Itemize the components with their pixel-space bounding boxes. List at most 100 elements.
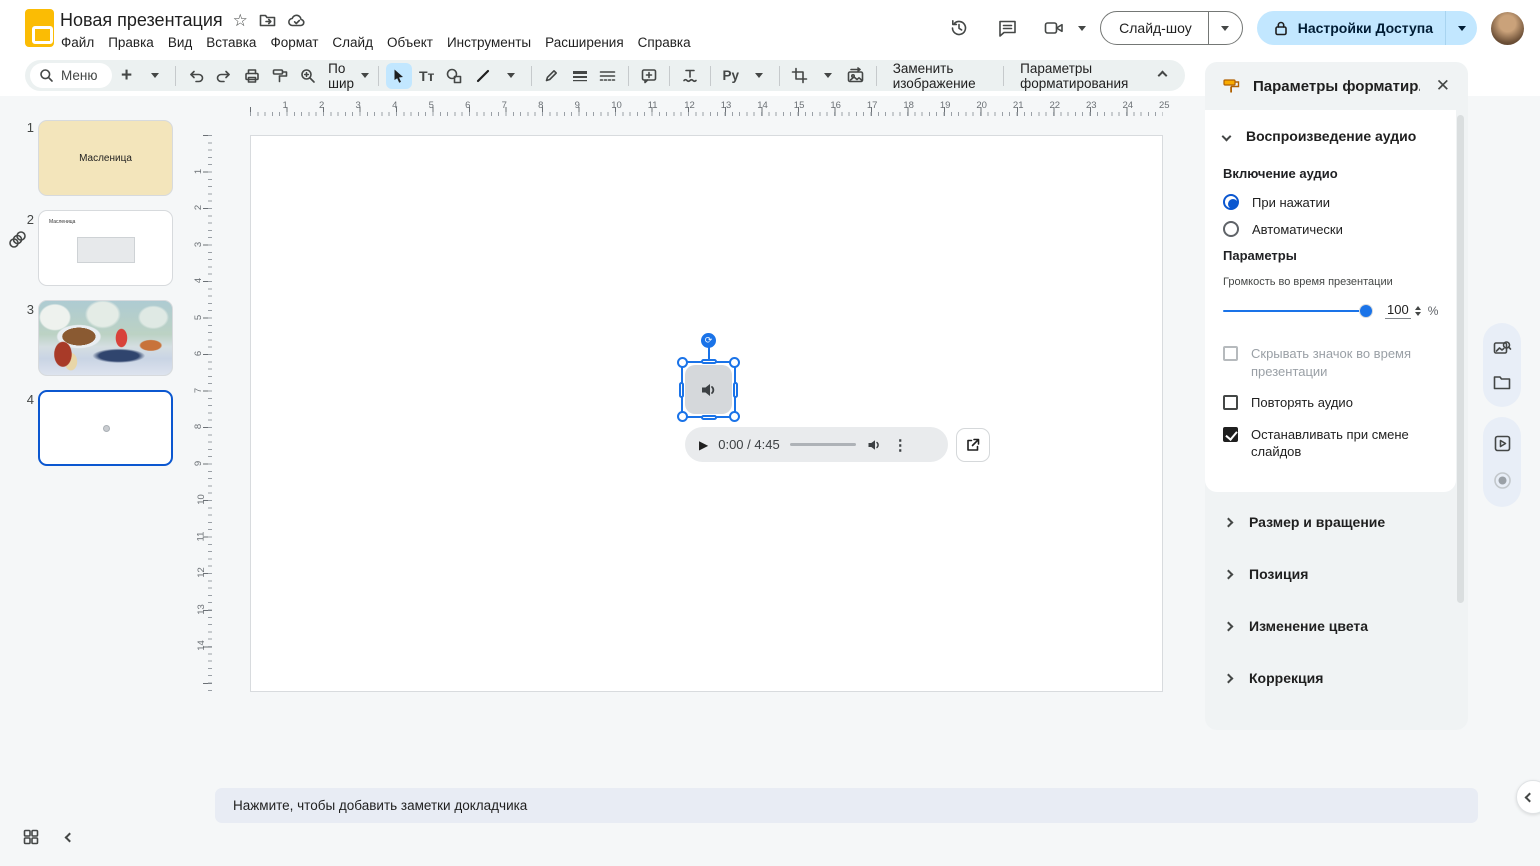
slide-thumbnail-1[interactable]: Масленица (38, 120, 173, 196)
replace-image-button[interactable]: Заменить изображение (884, 61, 996, 91)
resize-handle-e[interactable] (733, 382, 738, 398)
section-size-rotation[interactable]: Размер и вращение (1205, 496, 1456, 548)
slider-thumb[interactable] (1359, 304, 1373, 318)
toolbar-search-menu[interactable]: Меню (30, 63, 112, 88)
redo-button[interactable] (211, 63, 237, 89)
resize-handle-n[interactable] (701, 359, 717, 364)
menu-slide[interactable]: Слайд (325, 32, 380, 53)
print-button[interactable] (239, 63, 265, 89)
volume-value-field[interactable]: 100 (1385, 302, 1411, 319)
slide-canvas[interactable]: ⟳ ▶ 0:00 / 4:45 ⋮ (250, 135, 1163, 692)
selection-box[interactable]: ⟳ (681, 361, 736, 418)
rotation-handle[interactable]: ⟳ (701, 333, 716, 348)
line-tool-dropdown[interactable] (498, 63, 524, 89)
record-icon[interactable] (1493, 471, 1512, 490)
resize-handle-nw[interactable] (677, 357, 688, 368)
menu-view[interactable]: Вид (161, 32, 199, 53)
slideshow-button[interactable]: Слайд-шоу (1101, 12, 1208, 44)
volume-label: Громкость во время презентации (1223, 276, 1438, 288)
line-dash-button[interactable] (595, 63, 621, 89)
image-search-icon[interactable] (1492, 339, 1512, 358)
input-tools-button[interactable]: Ру (718, 63, 744, 89)
resize-handle-s[interactable] (701, 415, 717, 420)
cloud-status-icon[interactable] (287, 11, 307, 30)
grid-view-icon[interactable] (22, 828, 40, 846)
star-icon[interactable]: ☆ (233, 12, 248, 29)
menu-arrange[interactable]: Объект (380, 32, 440, 53)
checkbox-stop-row[interactable]: Останавливать при смене слайдов (1223, 426, 1438, 461)
section-recolor[interactable]: Изменение цвета (1205, 600, 1456, 652)
menu-tools[interactable]: Инструменты (440, 32, 538, 53)
folder-icon[interactable] (1492, 374, 1512, 391)
play-button[interactable]: ▶ (699, 438, 708, 452)
fit-zoom-select[interactable]: По шир (323, 63, 371, 89)
scribble-pen-button[interactable] (539, 63, 565, 89)
search-icon (39, 68, 54, 83)
volume-stepper[interactable] (1415, 306, 1421, 316)
slide-thumbnail-4-selected[interactable] (38, 390, 173, 466)
move-folder-icon[interactable] (258, 11, 277, 30)
new-slide-button[interactable]: + (114, 63, 140, 89)
format-options-panel: Параметры форматир... ✕ Воспроизведение … (1205, 62, 1468, 730)
menu-extensions[interactable]: Расширения (538, 32, 631, 53)
animate-button[interactable] (677, 63, 703, 89)
slide-thumbnail-2[interactable]: Масленица (38, 210, 173, 286)
input-tools-dropdown[interactable] (746, 63, 772, 89)
volume-slider[interactable] (1223, 304, 1371, 318)
new-slide-dropdown[interactable] (142, 63, 168, 89)
mask-image-dropdown[interactable] (815, 63, 841, 89)
speaker-notes[interactable]: Нажмите, чтобы добавить заметки докладчи… (215, 788, 1478, 823)
checkbox-loop-row[interactable]: Повторять аудио (1223, 394, 1438, 412)
meet-dropdown-caret[interactable] (1078, 26, 1086, 31)
audio-playback-section-header[interactable]: Воспроизведение аудио (1223, 128, 1438, 144)
player-progress-bar[interactable] (790, 443, 856, 446)
menu-insert[interactable]: Вставка (199, 32, 263, 53)
chevron-right-icon (1224, 673, 1234, 683)
crop-button[interactable] (787, 63, 813, 89)
paint-format-button[interactable] (267, 63, 293, 89)
collapse-filmstrip-chevron[interactable] (65, 832, 75, 842)
meet-camera-icon[interactable] (1038, 11, 1072, 45)
undo-button[interactable] (183, 63, 209, 89)
open-in-new-button[interactable] (956, 428, 990, 462)
menu-file[interactable]: Файл (54, 32, 101, 53)
menu-edit[interactable]: Правка (101, 32, 161, 53)
line-tool-button[interactable] (470, 63, 496, 89)
slide-thumbnail-3[interactable] (38, 300, 173, 376)
panel-scrollbar[interactable] (1457, 115, 1464, 603)
close-panel-button[interactable]: ✕ (1432, 72, 1454, 100)
resize-handle-w[interactable] (679, 382, 684, 398)
radio-on-click[interactable]: При нажатии (1223, 194, 1438, 210)
shape-tool-button[interactable] (442, 63, 468, 89)
add-comment-button[interactable] (636, 63, 662, 89)
slideshow-dropdown[interactable] (1208, 12, 1242, 44)
resize-handle-se[interactable] (729, 411, 740, 422)
menu-help[interactable]: Справка (631, 32, 698, 53)
version-history-icon[interactable] (942, 11, 976, 45)
section-adjustments[interactable]: Коррекция (1205, 652, 1456, 704)
collapse-toolbar-button[interactable] (1149, 63, 1175, 89)
volume-icon[interactable] (866, 437, 883, 453)
checkbox-stop-label: Останавливать при смене слайдов (1251, 426, 1421, 461)
comments-icon[interactable] (990, 11, 1024, 45)
zoom-button[interactable] (295, 63, 321, 89)
slides-logo[interactable] (25, 9, 54, 47)
input-language-label: Ру (722, 68, 739, 83)
share-button[interactable]: Настройки Доступа (1257, 11, 1445, 45)
account-avatar[interactable] (1491, 12, 1524, 45)
share-dropdown[interactable] (1445, 11, 1477, 45)
checkbox-unchecked-icon (1223, 395, 1238, 410)
player-more-menu[interactable]: ⋮ (893, 436, 908, 454)
resize-handle-ne[interactable] (729, 357, 740, 368)
resize-handle-sw[interactable] (677, 411, 688, 422)
line-weight-button[interactable] (567, 63, 593, 89)
video-play-icon[interactable] (1493, 434, 1512, 453)
menu-format[interactable]: Формат (263, 32, 325, 53)
section-position[interactable]: Позиция (1205, 548, 1456, 600)
replace-image-icon-button[interactable] (843, 63, 869, 89)
textbox-tool-button[interactable]: Тт (414, 63, 440, 89)
select-tool-button[interactable] (386, 63, 412, 89)
radio-automatic[interactable]: Автоматически (1223, 221, 1438, 237)
format-options-button[interactable]: Параметры форматирования (1011, 61, 1147, 91)
doc-title[interactable]: Новая презентация (60, 10, 223, 31)
